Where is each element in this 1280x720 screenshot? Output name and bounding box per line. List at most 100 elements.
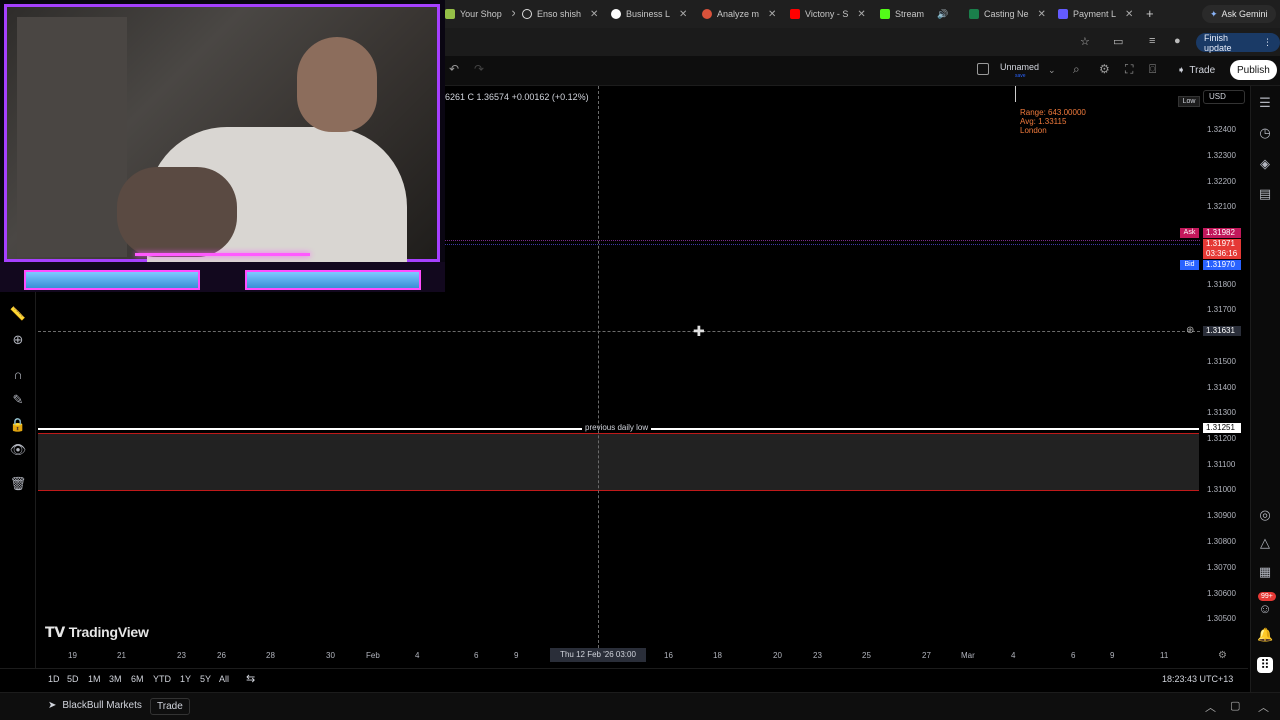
- extensions-icon[interactable]: ≡: [1149, 35, 1155, 47]
- eye-icon[interactable]: 👁: [9, 442, 27, 458]
- range-1d[interactable]: 1D: [48, 674, 60, 684]
- apps-grid-icon[interactable]: ⠿: [1257, 657, 1273, 673]
- help-bell-icon[interactable]: 🔔: [1257, 627, 1273, 643]
- range-1y[interactable]: 1Y: [180, 674, 191, 684]
- last-price: 1.31971: [1203, 239, 1241, 249]
- trash-icon[interactable]: 🗑: [9, 476, 27, 492]
- ask-gemini-button[interactable]: ✦ Ask Gemini: [1202, 5, 1276, 23]
- currency-select[interactable]: USD: [1203, 90, 1245, 104]
- previous-daily-low-zone[interactable]: [38, 433, 1199, 491]
- tab-label: Payment L: [1073, 9, 1117, 19]
- layout-name[interactable]: Unnamed: [1000, 62, 1039, 72]
- layout-checkbox-icon[interactable]: [977, 63, 989, 75]
- axis-settings-icon[interactable]: ⚙: [1218, 650, 1227, 661]
- redo-icon[interactable]: ↷: [474, 62, 484, 76]
- close-icon[interactable]: ✕: [590, 9, 598, 20]
- chevron-up-icon[interactable]: ︿: [1205, 699, 1216, 715]
- quick-search-icon[interactable]: ⌕: [1073, 62, 1080, 77]
- tab-label: Victony - S: [805, 9, 849, 19]
- close-icon[interactable]: ✕: [679, 9, 687, 20]
- time-label: 16: [664, 651, 673, 660]
- webcam-alert-slot: [24, 270, 200, 290]
- chat-icon[interactable]: ▤: [1257, 186, 1273, 202]
- close-icon[interactable]: ✕: [1038, 9, 1046, 20]
- ask-line: [445, 240, 1200, 241]
- publish-button[interactable]: Publish: [1230, 60, 1277, 80]
- finish-update-button[interactable]: Finish update ⋮: [1196, 33, 1280, 53]
- tab-enso[interactable]: Enso shish ✕: [522, 4, 600, 24]
- chevron-down-icon[interactable]: ⌄: [1048, 65, 1056, 76]
- price-label: 1.32100: [1207, 202, 1236, 211]
- ideas-icon[interactable]: △: [1257, 535, 1273, 551]
- profile-icon[interactable]: ●: [1174, 35, 1181, 47]
- lock-icon[interactable]: 🔒: [9, 417, 27, 433]
- close-icon[interactable]: ✕: [1125, 9, 1133, 20]
- range-stats: Range: 643.00000 Avg: 1.33115 London: [1020, 108, 1086, 135]
- close-icon[interactable]: ✕: [957, 9, 958, 20]
- settings-gear-icon[interactable]: ⚙: [1099, 62, 1110, 76]
- bottom-trade-button[interactable]: Trade: [150, 698, 190, 715]
- sidepanel-icon[interactable]: ▭: [1113, 35, 1123, 48]
- range-5d[interactable]: 5D: [67, 674, 79, 684]
- tab-casting[interactable]: Casting Ne ✕: [969, 4, 1047, 24]
- tradingview-logo[interactable]: 𝗧𝗩 TradingView: [45, 624, 149, 641]
- crosshair-price: 1.31631: [1203, 326, 1241, 336]
- time-label: 18: [713, 651, 722, 660]
- camera-icon[interactable]: ⌼: [1149, 62, 1156, 77]
- pencil-lock-icon[interactable]: ✎: [9, 392, 27, 408]
- trade-button[interactable]: ➧ Trade: [1171, 61, 1221, 79]
- alerts-clock-icon[interactable]: ◷: [1257, 125, 1273, 141]
- tab-victony[interactable]: Victony - S ✕: [790, 4, 868, 24]
- broker-name[interactable]: ➤ BlackBull Markets: [48, 700, 142, 711]
- stripe-icon: [1058, 9, 1068, 19]
- zoom-in-icon[interactable]: ⊕: [9, 332, 27, 348]
- new-tab-button[interactable]: +: [1146, 6, 1154, 21]
- low-button[interactable]: Low: [1178, 96, 1200, 107]
- fullscreen-icon[interactable]: ⛶: [1125, 62, 1133, 77]
- tab-payment[interactable]: Payment L ✕: [1058, 4, 1136, 24]
- magnet-icon[interactable]: ∩: [9, 367, 27, 382]
- range-3m[interactable]: 3M: [109, 674, 122, 684]
- bookmark-star-icon[interactable]: ☆: [1080, 35, 1090, 48]
- layers-icon[interactable]: ◈: [1257, 156, 1273, 172]
- avg-value: Avg: 1.33115: [1020, 117, 1067, 126]
- ask-gemini-label: Ask Gemini: [1221, 9, 1268, 19]
- close-icon[interactable]: ✕: [857, 9, 865, 20]
- target-icon[interactable]: ◎: [1257, 507, 1273, 523]
- range-5y[interactable]: 5Y: [200, 674, 211, 684]
- close-icon[interactable]: ✕: [511, 9, 515, 20]
- bid-tag: Bid: [1180, 260, 1199, 270]
- close-icon[interactable]: ✕: [768, 9, 776, 20]
- range-6m[interactable]: 6M: [131, 674, 144, 684]
- watchlist-icon[interactable]: ☰: [1257, 95, 1273, 111]
- tv-logo-text: TradingView: [68, 624, 149, 640]
- ruler-icon[interactable]: 📏: [9, 306, 27, 322]
- tab-stream[interactable]: Stream 🔊 ✕: [880, 4, 958, 24]
- time-label: 27: [922, 651, 931, 660]
- chevron-up-icon[interactable]: ︿: [1258, 699, 1269, 715]
- tab-business[interactable]: Business L ✕: [611, 4, 689, 24]
- undo-icon[interactable]: ↶: [449, 62, 459, 76]
- price-label: 1.31400: [1207, 383, 1236, 392]
- tab-label: Business L: [626, 9, 671, 19]
- more-vert-icon: ⋮: [1263, 37, 1272, 47]
- notification-badge: 99+: [1258, 592, 1276, 601]
- speaker-icon[interactable]: 🔊: [937, 9, 948, 20]
- time-label: Feb: [366, 651, 380, 660]
- range-1m[interactable]: 1M: [88, 674, 101, 684]
- range-ytd[interactable]: YTD: [153, 674, 171, 684]
- add-alert-plus-icon[interactable]: ⊕: [1186, 325, 1194, 336]
- maximize-icon[interactable]: ▢: [1230, 699, 1240, 712]
- calendar-icon[interactable]: ▦: [1257, 564, 1273, 580]
- crosshair-vertical: [598, 86, 599, 648]
- session-clock[interactable]: 18:23:43 UTC+13: [1162, 674, 1233, 684]
- time-label: 9: [514, 651, 519, 660]
- bottom-panel: [0, 692, 1280, 720]
- time-label: 25: [862, 651, 871, 660]
- range-all[interactable]: All: [219, 674, 229, 684]
- tab-analyze[interactable]: Analyze m ✕: [702, 4, 780, 24]
- previous-daily-low-price: 1.31251: [1203, 423, 1241, 433]
- date-range-calendar-icon[interactable]: ⇆: [246, 672, 255, 685]
- tab-your-shop[interactable]: Your Shop ✕: [445, 4, 515, 24]
- notifications-icon[interactable]: ☺: [1257, 601, 1273, 616]
